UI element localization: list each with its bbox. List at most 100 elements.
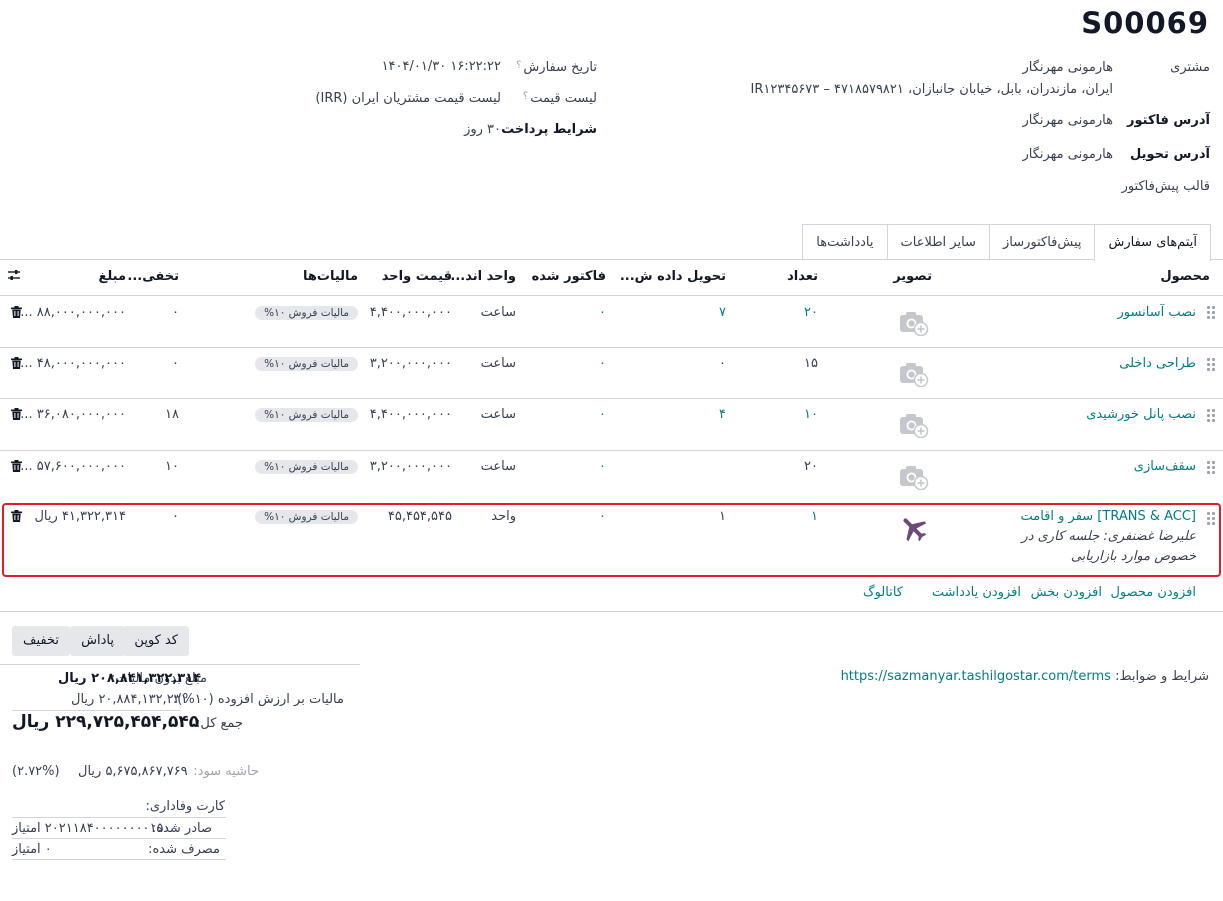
catalog-link[interactable]: کاتالوگ [863,585,903,600]
line-unit-price[interactable]: ۳,۲۰۰,۰۰۰,۰۰۰ [370,459,452,474]
line-quantity[interactable]: ۱۵ [804,356,818,371]
column-header-quantity[interactable]: تعداد [787,269,818,284]
drag-handle-icon[interactable] [1207,306,1215,320]
discount-button[interactable]: تخفیف [12,626,70,656]
drag-handle-icon[interactable] [1207,461,1215,475]
line-unit-price[interactable]: ۴,۴۰۰,۰۰۰,۰۰۰ [370,305,452,320]
delivery-address-field[interactable]: هارمونی مهرنگار [1022,147,1113,162]
line-discount[interactable]: ۱۰ [165,459,179,474]
loyalty-divider [12,817,226,818]
table-row[interactable]: نصب آسانسور ۲۰ ۷ ۰ ساعت ۴,۴۰۰,۰۰۰,۰۰۰ ما… [0,296,1223,347]
lines-footer-divider [0,611,1223,612]
column-header-delivered[interactable]: تحویل داده ش... [620,269,726,284]
line-description[interactable]: علیرضا غضنفری: جلسه کاری در خصوص موارد ب… [986,527,1196,567]
line-invoiced: ۰ [599,356,606,371]
payment-terms-field[interactable]: ۳۰ روز [464,122,501,137]
tab-other-info[interactable]: سایر اطلاعات [886,224,990,260]
trash-icon[interactable] [11,510,22,522]
trash-icon[interactable] [11,306,22,318]
pricelist-field[interactable]: لیست قیمت مشتریان ایران (IRR) [315,91,501,106]
optional-columns-toggle-icon[interactable] [7,268,21,282]
line-invoiced: ۰ [599,407,606,422]
help-icon[interactable]: ؟ [523,91,528,102]
drag-handle-icon[interactable] [1207,512,1215,526]
customer-name-link[interactable]: هارمونی مهرنگار [1022,60,1113,75]
column-header-invoiced[interactable]: فاکتور شده [532,269,606,284]
line-amount: ۴۸,۰۰۰,۰۰۰,۰۰۰ ... [20,356,126,371]
line-unit-price[interactable]: ۳,۲۰۰,۰۰۰,۰۰۰ [370,356,452,371]
airplane-icon[interactable] [898,512,930,544]
add-product-link[interactable]: افزودن محصول [1110,585,1196,600]
line-discount[interactable]: ۰ [172,356,179,371]
line-unit-price[interactable]: ۴۵,۴۵۴,۵۴۵ [388,509,452,524]
line-quantity[interactable]: ۱۰ [804,407,818,422]
camera-placeholder-icon[interactable] [899,412,929,439]
table-row[interactable]: نصب پانل خورشیدی ۱۰ ۴ ۰ ساعت ۴,۴۰۰,۰۰۰,۰… [0,399,1223,450]
column-header-image[interactable]: تصویر [893,269,932,284]
totals-sum-divider [12,710,180,711]
line-delivered[interactable]: ۱ [719,509,726,524]
add-section-link[interactable]: افزودن بخش [1031,585,1102,600]
line-uom[interactable]: ساعت [481,407,516,422]
camera-placeholder-icon[interactable] [899,361,929,388]
margin-value: ۵,۶۷۵,۸۶۷,۷۶۹ ریال [78,764,188,779]
line-uom[interactable]: واحد [491,509,516,524]
tab-notes[interactable]: یادداشت‌ها [802,224,888,260]
order-title: S00069 [1081,6,1209,40]
reward-button[interactable]: پاداش [70,626,125,656]
invoice-address-label: آدرس فاکتور [1127,113,1210,128]
line-uom[interactable]: ساعت [481,459,516,474]
column-header-product[interactable]: محصول [1160,269,1210,284]
column-header-unit-price[interactable]: قیمت واحد [382,269,452,284]
coupon-code-button[interactable]: کد کوپن [123,626,189,656]
table-row[interactable]: [TRANS & ACC] سفر و اقامت علیرضا غضنفری:… [0,503,1223,573]
quotation-template-field[interactable] [953,179,1113,195]
line-delivered[interactable]: ۰ [719,356,726,371]
add-note-link[interactable]: افزودن یادداشت [932,585,1021,600]
margin-percent: (۲.۷۲%) [12,764,60,779]
line-discount[interactable]: ۰ [172,305,179,320]
table-row[interactable]: سقف‌سازی ۲۰ ۰ ساعت ۳,۲۰۰,۰۰۰,۰۰۰ مالیات … [0,451,1223,502]
column-header-amount[interactable]: مبلغ [98,269,126,284]
trash-icon[interactable] [11,408,22,420]
tab-quote-builder[interactable]: پیش‌فاکتورساز [988,224,1096,260]
tax-badge[interactable]: مالیات فروش ۱۰% [255,408,358,422]
trash-icon[interactable] [11,357,22,369]
invoice-address-field[interactable]: هارمونی مهرنگار [1022,113,1113,128]
loyalty-card-label: کارت وفاداری: [145,799,226,814]
terms-url-link[interactable]: https://sazmanyar.tashilgostar.com/terms [841,669,1111,684]
tax-badge[interactable]: مالیات فروش ۱۰% [255,510,358,524]
line-product[interactable]: نصب پانل خورشیدی [1086,407,1196,422]
order-date-field[interactable]: ۱۶:۲۲:۲۲ ۱۴۰۴/۰۱/۳۰ [382,59,501,74]
line-product[interactable]: [TRANS & ACC] سفر و اقامت [1020,509,1196,524]
line-quantity[interactable]: ۲۰ [804,459,818,474]
line-delivered[interactable]: ۴ [719,407,726,422]
tax-badge[interactable]: مالیات فروش ۱۰% [255,460,358,474]
drag-handle-icon[interactable] [1207,358,1215,372]
line-delivered[interactable]: ۷ [719,305,726,320]
help-icon[interactable]: ؟ [516,60,521,71]
tax-badge[interactable]: مالیات فروش ۱۰% [255,306,358,320]
camera-placeholder-icon[interactable] [899,464,929,491]
line-product[interactable]: نصب آسانسور [1118,305,1196,320]
tab-order-lines[interactable]: آیتم‌های سفارش [1094,224,1211,261]
loyalty-divider [12,838,226,839]
line-discount[interactable]: ۰ [172,509,179,524]
line-amount: ۴۱,۳۲۲,۳۱۴ ریال [34,509,126,524]
line-quantity[interactable]: ۱ [811,509,818,524]
table-row[interactable]: طراحی داخلی ۱۵ ۰ ۰ ساعت ۳,۲۰۰,۰۰۰,۰۰۰ ما… [0,348,1223,399]
column-header-uom[interactable]: واحد اند... [450,269,516,284]
trash-icon[interactable] [11,460,22,472]
line-product[interactable]: طراحی داخلی [1119,356,1196,371]
line-quantity[interactable]: ۲۰ [804,305,818,320]
camera-placeholder-icon[interactable] [899,310,929,337]
column-header-taxes[interactable]: مالیات‌ها [303,269,358,284]
column-header-discount[interactable]: تخفی... [127,269,179,284]
line-product[interactable]: سقف‌سازی [1134,459,1196,474]
line-discount[interactable]: ۱۸ [165,407,179,422]
line-unit-price[interactable]: ۴,۴۰۰,۰۰۰,۰۰۰ [370,407,452,422]
drag-handle-icon[interactable] [1207,409,1215,423]
line-uom[interactable]: ساعت [481,305,516,320]
tax-badge[interactable]: مالیات فروش ۱۰% [255,357,358,371]
line-uom[interactable]: ساعت [481,356,516,371]
